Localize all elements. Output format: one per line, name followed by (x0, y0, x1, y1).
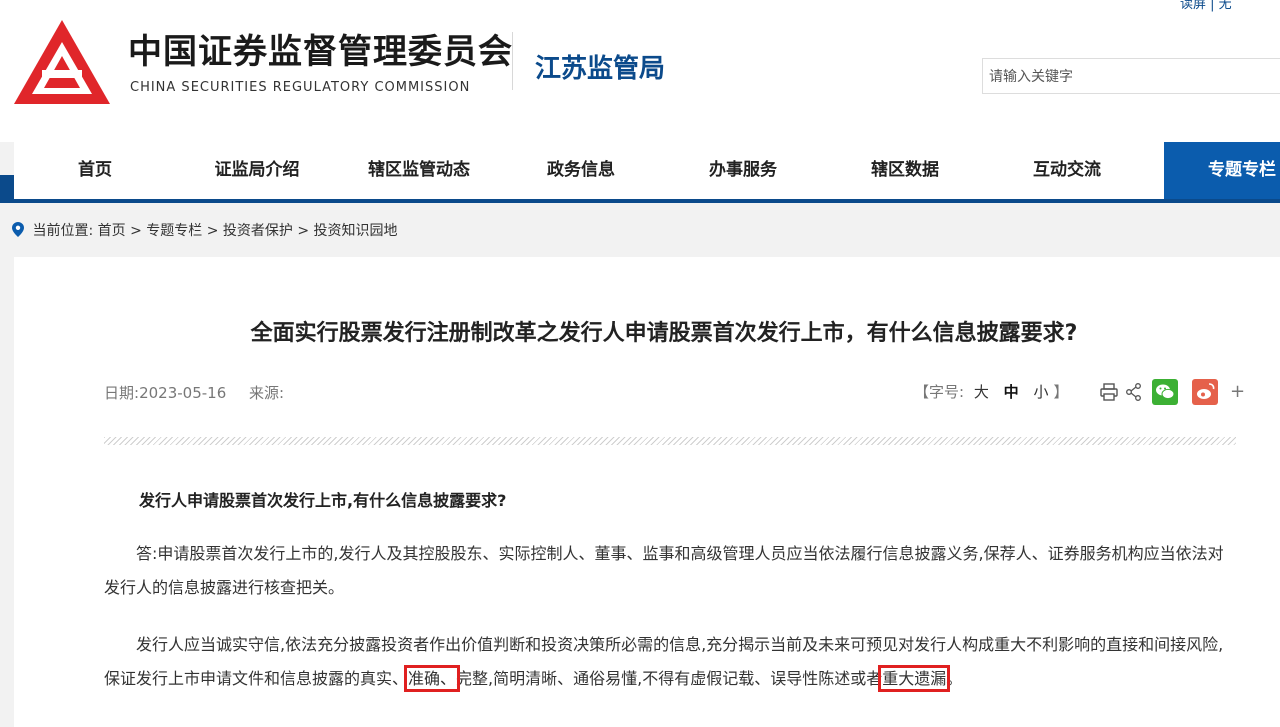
breadcrumb-prefix: 当前位置: (32, 223, 94, 239)
nav-item-services[interactable]: 办事服务 (662, 142, 824, 199)
top-links[interactable]: 读屏 | 无 (1180, 0, 1232, 12)
para2-text-c: 。 (946, 669, 963, 688)
location-pin-icon (12, 222, 24, 237)
header-divider (512, 32, 513, 90)
site-header: 中国证券监督管理委员会 CHINA SECURITIES REGULATORY … (0, 0, 1280, 142)
breadcrumb-separator: > (130, 223, 142, 239)
font-size-close: 】 (1053, 383, 1069, 401)
answer-paragraph-1: 答:申请股票首次发行上市的,发行人及其控股股东、实际控制人、董事、监事和高级管理… (104, 544, 1224, 597)
logo-icon[interactable] (12, 18, 112, 106)
article-meta: 日期:2023-05-16 来源: (104, 382, 302, 403)
font-size-medium[interactable]: 中 (1004, 383, 1019, 401)
nav-item-home[interactable]: 首页 (14, 142, 176, 199)
article-title: 全面实行股票发行注册制改革之发行人申请股票首次发行上市，有什么信息披露要求? (250, 321, 1078, 346)
org-name-cn: 中国证券监督管理委员会 (128, 32, 513, 72)
nav-item-interaction[interactable]: 互动交流 (986, 142, 1148, 199)
print-icon[interactable] (1100, 383, 1118, 401)
nav-item-bureau-intro[interactable]: 证监局介绍 (176, 142, 338, 199)
highlight-major-omission: 重大遗漏 (878, 665, 951, 692)
wechat-icon[interactable] (1152, 379, 1178, 405)
weibo-icon[interactable] (1192, 379, 1218, 405)
breadcrumb-separator: > (297, 223, 310, 239)
breadcrumb-knowledge-garden[interactable]: 投资知识园地 (314, 223, 398, 239)
article-tools: 【字号: 大 中 小】 + (914, 379, 1245, 405)
nav-item-gov-info[interactable]: 政务信息 (500, 142, 662, 199)
answer-paragraph-2: 发行人应当诚实守信,依法充分披露投资者作出价值判断和投资决策所必需的信息,充分揭… (104, 628, 1236, 696)
nav-item-special-topics[interactable]: 专题专栏 (1164, 142, 1280, 199)
font-size-small[interactable]: 小 (1033, 383, 1048, 401)
main-nav: 首页 证监局介绍 辖区监管动态 政务信息 办事服务 辖区数据 互动交流 专题专栏 (14, 142, 1280, 203)
question-heading: 发行人申请股票首次发行上市,有什么信息披露要求? (139, 491, 507, 510)
nav-accent-strip (0, 175, 14, 203)
source-label: 来源: (249, 384, 285, 402)
breadcrumb-special-topics[interactable]: 专题专栏 (146, 223, 202, 239)
title-divider (104, 437, 1236, 445)
para2-text-b: 完整,简明清晰、通俗易懂,不得有虚假记载、误导性陈述或者 (456, 669, 883, 688)
bureau-name: 江苏监管局 (535, 54, 666, 84)
share-icon[interactable] (1126, 383, 1142, 401)
more-share-button[interactable]: + (1230, 381, 1245, 402)
search-input[interactable] (982, 58, 1280, 94)
font-size-label: 【字号: (914, 383, 965, 401)
breadcrumb: 当前位置: 首页 > 专题专栏 > 投资者保护 > 投资知识园地 (12, 220, 398, 240)
highlight-accurate: 准确、 (404, 665, 461, 692)
nav-item-regulatory-news[interactable]: 辖区监管动态 (338, 142, 500, 199)
date-label: 日期:2023-05-16 (104, 384, 227, 402)
org-name-en: CHINA SECURITIES REGULATORY COMMISSION (130, 80, 471, 95)
font-size-large[interactable]: 大 (974, 383, 989, 401)
breadcrumb-separator: > (206, 223, 219, 239)
breadcrumb-home[interactable]: 首页 (98, 223, 126, 239)
breadcrumb-investor-protection[interactable]: 投资者保护 (223, 223, 293, 239)
article-card: 全面实行股票发行注册制改革之发行人申请股票首次发行上市，有什么信息披露要求? 日… (14, 257, 1280, 727)
nav-item-data[interactable]: 辖区数据 (824, 142, 986, 199)
